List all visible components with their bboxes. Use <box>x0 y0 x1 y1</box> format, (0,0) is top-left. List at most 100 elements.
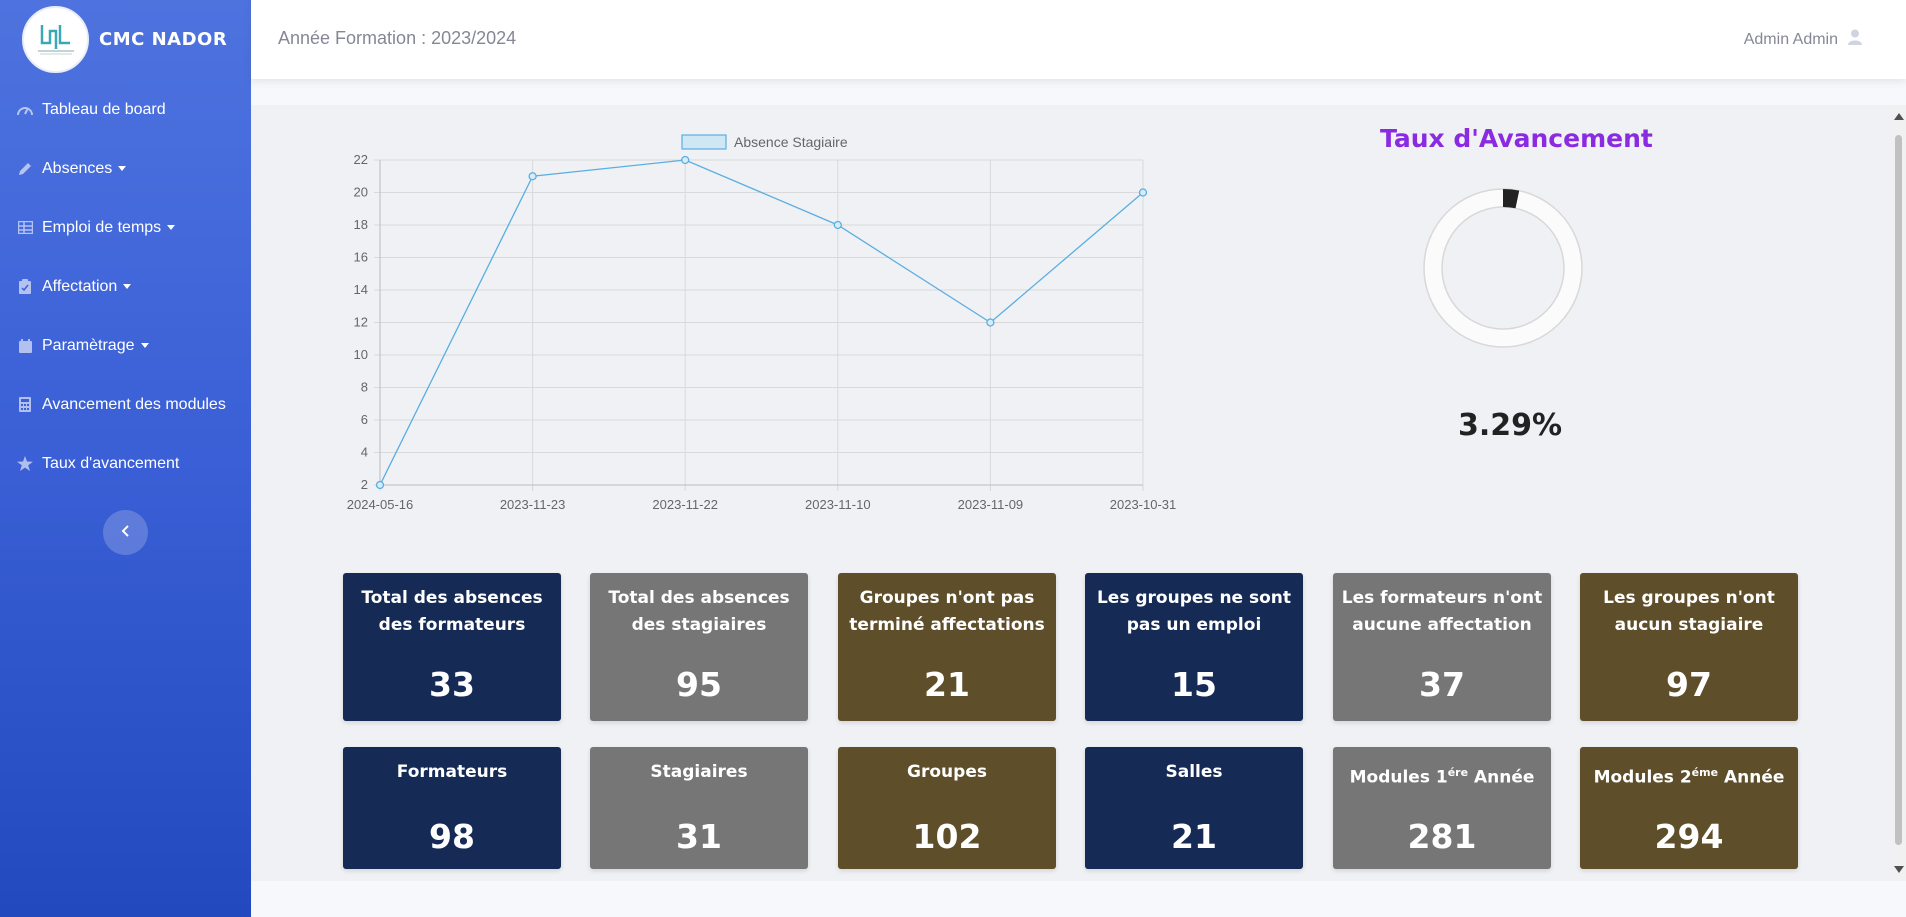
data-point <box>986 318 995 327</box>
sidebar-item-label: Avancement des modules <box>42 395 226 413</box>
x-tick-label: 2024-05-16 <box>347 497 414 512</box>
y-tick-label: 16 <box>354 250 368 265</box>
data-point <box>528 172 537 181</box>
y-tick-label: 2 <box>361 477 368 492</box>
y-tick-label: 12 <box>354 315 368 330</box>
sidebar-item-parametrage[interactable]: Paramètrage <box>0 316 251 375</box>
academic-year: Année Formation : 2023/2024 <box>278 28 517 48</box>
card-salles[interactable]: Salles 21 <box>1085 747 1303 869</box>
card-label: Salles <box>1165 762 1223 782</box>
card-value: 37 <box>1419 665 1465 704</box>
card-value: 33 <box>429 665 475 704</box>
card-label: Groupes <box>907 762 987 782</box>
data-point <box>681 155 690 165</box>
sidebar: CMC NADOR Tableau de board Absences Empl… <box>0 0 251 917</box>
card-label: Groupes n'ont pas terminé affectations <box>849 588 1045 635</box>
sidebar-item-avancement-des-modules[interactable]: Avancement des modules <box>0 375 251 434</box>
card-value: 102 <box>912 817 982 856</box>
card-label: Modules 2éme Année <box>1593 766 1785 788</box>
sidebar-item-label: Emploi de temps <box>42 218 162 236</box>
card-value: 31 <box>676 817 722 856</box>
sidebar-item-label: Absences <box>42 159 113 177</box>
sidebar-item-emploi-de-temps[interactable]: Emploi de temps <box>0 198 251 257</box>
sidebar-item-affectation[interactable]: Affectation <box>0 257 251 316</box>
y-tick-label: 6 <box>361 412 368 427</box>
sidebar-item-taux-d-avancement[interactable]: Taux d'avancement <box>0 434 251 493</box>
card-modules-1ere-annee[interactable]: Modules 1ére Année 281 <box>1333 747 1551 869</box>
sidebar-item-label: Tableau de board <box>42 100 166 118</box>
card-groupes-affectations[interactable]: Groupes n'ont pas terminé affectations 2… <box>838 573 1056 721</box>
sidebar-item-label: Paramètrage <box>42 336 135 354</box>
sidebar-item-tableau-de-board[interactable]: Tableau de board <box>0 80 251 139</box>
card-groupes[interactable]: Groupes 102 <box>838 747 1056 869</box>
table-icon <box>16 219 34 237</box>
card-absences-formateurs[interactable]: Total des absences des formateurs 33 <box>343 573 561 721</box>
y-tick-label: 20 <box>354 185 368 200</box>
y-tick-label: 22 <box>354 152 368 167</box>
chevron-left-icon <box>121 524 131 542</box>
user-name: Admin Admin <box>1743 30 1838 48</box>
card-label: Total des absences des stagiaires <box>608 588 790 635</box>
card-formateurs[interactable]: Formateurs 98 <box>343 747 561 869</box>
caret-down-icon <box>118 166 127 171</box>
y-tick-label: 14 <box>354 282 368 297</box>
card-label: Les groupes ne sont pas un emploi <box>1096 588 1292 635</box>
y-tick-label: 8 <box>361 380 368 395</box>
caret-down-icon <box>123 284 132 289</box>
star-icon <box>16 455 34 473</box>
card-modules-2eme-annee[interactable]: Modules 2éme Année 294 <box>1580 747 1798 869</box>
card-value: 95 <box>676 665 722 704</box>
x-tick-label: 2023-11-23 <box>500 497 566 512</box>
calculator-icon <box>16 396 34 414</box>
sidebar-item-absences[interactable]: Absences <box>0 139 251 198</box>
brand[interactable]: CMC NADOR <box>0 0 251 78</box>
card-formateurs-sans-affectation[interactable]: Les formateurs n'ont aucune affectation … <box>1333 573 1551 721</box>
card-label: Stagiaires <box>650 762 748 782</box>
user-icon <box>1848 29 1862 50</box>
taux-percent: 3.29% <box>1458 408 1563 443</box>
card-absences-stagiaires[interactable]: Total des absences des stagiaires 95 <box>590 573 808 721</box>
y-tick-label: 18 <box>354 217 368 232</box>
data-point <box>1138 188 1148 197</box>
calendar-icon <box>16 337 34 355</box>
card-groupes-sans-emploi[interactable]: Les groupes ne sont pas un emploi 15 <box>1085 573 1303 721</box>
clipboard-icon <box>16 278 34 296</box>
card-value: 15 <box>1171 665 1217 704</box>
card-value: 281 <box>1407 817 1477 856</box>
pencil-icon <box>16 160 34 178</box>
card-label: Les groupes n'ont aucun stagiaire <box>1603 588 1775 635</box>
scroll-down-icon[interactable] <box>1894 866 1904 873</box>
legend-swatch <box>681 134 727 150</box>
topbar: Année Formation : 2023/2024 Admin Admin <box>251 0 1906 79</box>
card-groupes-sans-stagiaire[interactable]: Les groupes n'ont aucun stagiaire 97 <box>1580 573 1798 721</box>
brand-name: CMC NADOR <box>99 28 228 50</box>
scroll-up-icon[interactable] <box>1894 113 1904 120</box>
legend-label: Absence Stagiaire <box>734 134 848 150</box>
dashboard-icon <box>16 101 34 119</box>
card-label: Les formateurs n'ont aucune affectation <box>1341 588 1543 635</box>
progress-donut <box>1423 188 1583 348</box>
x-tick-label: 2023-10-31 <box>1110 497 1177 512</box>
y-tick-label: 4 <box>361 445 368 460</box>
x-tick-label: 2023-11-22 <box>652 497 718 512</box>
donut-inner <box>1441 206 1565 330</box>
logo <box>22 5 89 73</box>
card-value: 21 <box>1171 817 1217 856</box>
user-menu[interactable]: Admin Admin <box>1744 29 1862 50</box>
card-label: Total des absences des formateurs <box>361 588 543 635</box>
content-scrollbar[interactable] <box>1891 105 1906 881</box>
scroll-thumb[interactable] <box>1895 135 1902 845</box>
sidebar-item-label: Taux d'avancement <box>42 454 180 472</box>
x-tick-label: 2023-11-10 <box>805 497 871 512</box>
sidebar-toggle-button[interactable] <box>103 510 148 555</box>
card-value: 97 <box>1666 665 1712 704</box>
data-point <box>375 480 385 490</box>
card-value: 98 <box>429 817 475 856</box>
taux-title: Taux d'Avancement <box>1380 124 1653 153</box>
y-tick-label: 10 <box>354 347 368 362</box>
card-stagiaires[interactable]: Stagiaires 31 <box>590 747 808 869</box>
data-point <box>833 220 842 230</box>
absence-line-chart: 2 4 6 8 10 12 14 16 18 20 22 2024-05-16 2023-11-23 20… <box>347 134 1177 512</box>
card-label: Modules 1ére Année <box>1349 766 1535 788</box>
x-tick-label: 2023-11-09 <box>958 497 1024 512</box>
